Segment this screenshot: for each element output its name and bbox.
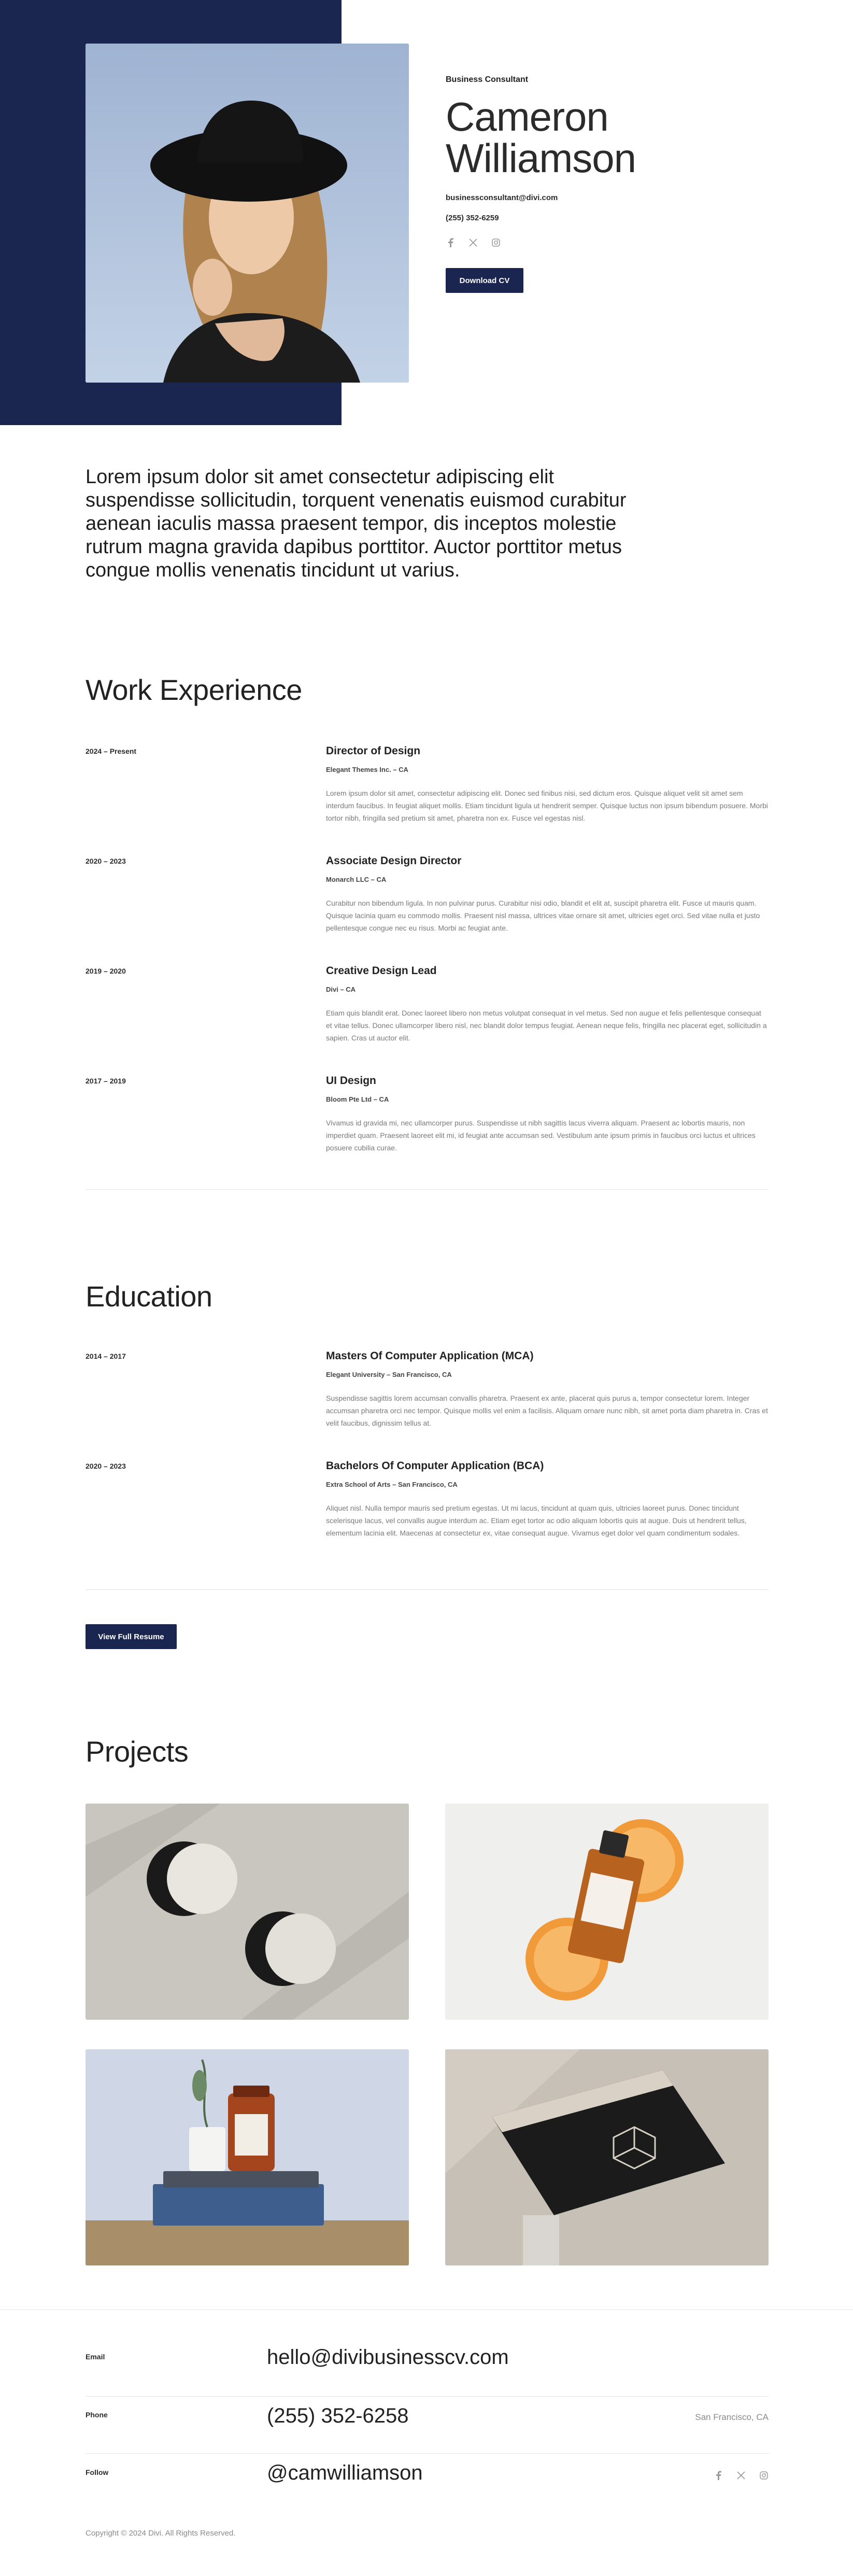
social-links [446,238,777,247]
work-role: UI Design [326,1075,376,1087]
education-title: Education [86,1280,212,1313]
education-school: Elegant University – San Francisco, CA [326,1371,452,1378]
work-experience-title: Work Experience [86,673,302,706]
person-name: Cameron Williamson [446,96,777,179]
work-company: Bloom Pte Ltd – CA [326,1095,389,1103]
work-details: Associate Design Director Monarch LLC – … [326,855,769,934]
work-description: Lorem ipsum dolor sit amet, consectetur … [326,789,768,822]
work-date: 2024 – Present [86,747,137,755]
work-date: 2020 – 2023 [86,857,126,865]
intro-paragraph: Lorem ipsum dolor sit amet consectetur a… [86,466,627,581]
work-description: Etiam quis blandit erat. Donec laoreet l… [326,1009,767,1042]
x-twitter-icon[interactable] [468,238,478,247]
contact-phone[interactable]: (255) 352-6259 [446,214,777,222]
profile-photo-image [86,44,409,383]
footer-divider [86,2453,769,2454]
work-role: Creative Design Lead [326,965,437,977]
hero-section: Business Consultant Cameron Williamson b… [0,0,853,425]
x-twitter-icon[interactable] [736,2471,746,2480]
education-description: Suspendisse sagittis lorem accumsan conv… [326,1394,768,1427]
education-degree: Masters Of Computer Application (MCA) [326,1350,534,1362]
project-card[interactable] [86,2049,409,2265]
instagram-icon[interactable] [759,2471,769,2480]
project-card[interactable] [445,1804,769,2020]
education-details: Masters Of Computer Application (MCA) El… [326,1350,769,1429]
work-company: Elegant Themes Inc. – CA [326,766,408,773]
education-school: Extra School of Arts – San Francisco, CA [326,1481,458,1488]
education-date: 2014 – 2017 [86,1352,126,1360]
work-description: Curabitur non bibendum ligula. In non pu… [326,899,760,932]
person-first-name: Cameron [446,94,609,139]
work-role: Director of Design [326,745,421,757]
hero-info: Business Consultant Cameron Williamson b… [446,75,777,293]
project-image-shapes [86,1804,409,2020]
footer-follow-label: Follow [86,2468,109,2476]
work-role: Associate Design Director [326,855,462,867]
person-last-name: Williamson [446,135,636,181]
work-company: Divi – CA [326,986,356,993]
section-divider [86,1189,769,1190]
copyright-text: Copyright © 2024 Divi. All Rights Reserv… [86,2529,236,2538]
profile-photo [86,44,409,383]
facebook-icon[interactable] [446,238,455,247]
work-date: 2017 – 2019 [86,1077,126,1085]
footer-phone-link[interactable]: (255) 352-6258 [267,2404,409,2428]
education-date: 2020 – 2023 [86,1462,126,1470]
work-company: Monarch LLC – CA [326,876,387,883]
project-card[interactable] [445,2049,769,2265]
view-full-resume-button[interactable]: View Full Resume [86,1624,177,1649]
work-date: 2019 – 2020 [86,967,126,975]
footer-email-link[interactable]: hello@divibusinesscv.com [267,2346,509,2369]
work-description: Vivamus id gravida mi, nec ullamcorper p… [326,1119,756,1152]
section-divider [86,1589,769,1590]
footer-location: San Francisco, CA [695,2412,769,2422]
project-card[interactable] [86,1804,409,2020]
job-title: Business Consultant [446,75,529,84]
contact-email[interactable]: businessconsultant@divi.com [446,193,777,202]
project-image-box [445,2049,769,2265]
work-details: Director of Design Elegant Themes Inc. –… [326,745,769,824]
work-details: Creative Design Lead Divi – CA Etiam qui… [326,965,769,1044]
facebook-icon[interactable] [714,2471,723,2480]
footer-divider [86,2396,769,2397]
footer-social-handle[interactable]: @camwilliamson [267,2461,423,2485]
footer-email-label: Email [86,2353,105,2361]
education-description: Aliquet nisl. Nulla tempor mauris sed pr… [326,1504,747,1537]
page: Business Consultant Cameron Williamson b… [0,0,853,2576]
projects-title: Projects [86,1735,189,1768]
project-image-books [86,2049,409,2265]
work-details: UI Design Bloom Pte Ltd – CA Vivamus id … [326,1075,769,1154]
download-cv-button[interactable]: Download CV [446,268,523,293]
footer-phone-label: Phone [86,2411,108,2419]
project-image-serum [445,1804,769,2020]
education-degree: Bachelors Of Computer Application (BCA) [326,1460,544,1472]
footer-social-links [714,2471,769,2480]
instagram-icon[interactable] [491,238,501,247]
education-details: Bachelors Of Computer Application (BCA) … [326,1460,769,1539]
